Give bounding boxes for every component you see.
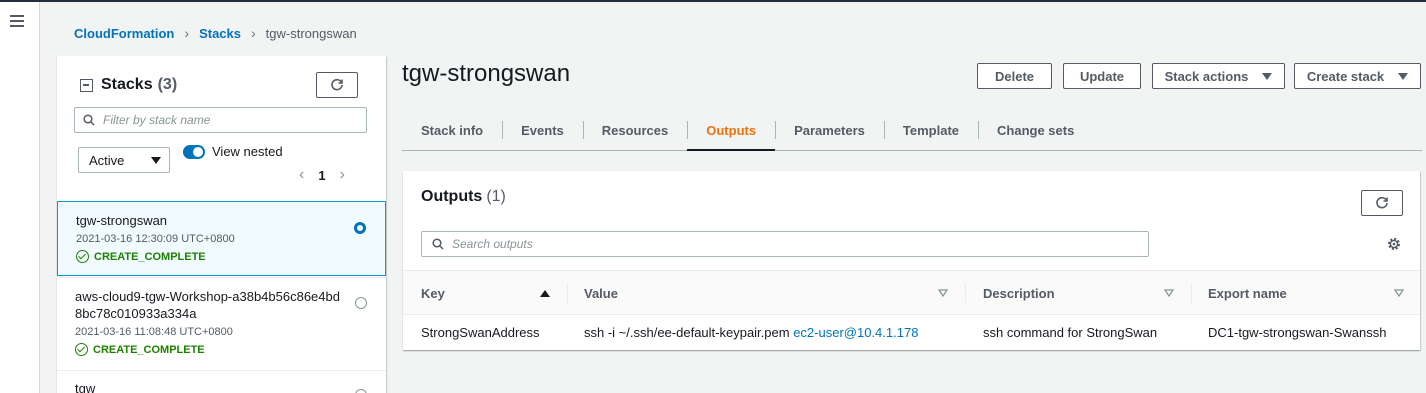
stack-item[interactable]: aws-cloud9-tgw-Workshop-a38b4b56c86e4bd … bbox=[57, 277, 386, 369]
stack-tabs: Stack info Events Resources Outputs Para… bbox=[402, 110, 1422, 151]
status-filter-value: Active bbox=[89, 152, 125, 168]
stack-time: 2021-03-16 11:08:48 UTC+0800 bbox=[75, 326, 233, 338]
update-button-label: Update bbox=[1079, 68, 1125, 84]
outputs-title: Outputs bbox=[421, 188, 483, 205]
pagination: ‹ 1 › bbox=[299, 166, 345, 184]
stack-name[interactable]: aws-cloud9-tgw-Workshop-a38b4b56c86e4bd bbox=[75, 288, 340, 305]
stack-status-text: CREATE_COMPLETE bbox=[93, 343, 205, 356]
output-value-link[interactable]: ec2-user@10.4.1.178 bbox=[793, 325, 918, 340]
search-outputs-input[interactable]: Search outputs bbox=[421, 231, 1149, 257]
stack-item[interactable]: tgw-strongswan 2021-03-16 12:30:09 UTC+0… bbox=[57, 201, 386, 276]
side-navigation-rail bbox=[0, 2, 40, 393]
tab-change-sets[interactable]: Change sets bbox=[978, 110, 1093, 150]
success-icon bbox=[75, 343, 88, 356]
sort-icon[interactable] bbox=[1164, 289, 1174, 297]
tab-stack-info[interactable]: Stack info bbox=[402, 110, 502, 150]
tab-outputs[interactable]: Outputs bbox=[687, 110, 775, 151]
column-divider bbox=[1191, 283, 1192, 303]
sort-icon[interactable] bbox=[1394, 289, 1404, 297]
outputs-table-header: Key Value Description Export name bbox=[403, 270, 1420, 315]
collapse-icon[interactable] bbox=[80, 78, 93, 92]
top-border bbox=[0, 0, 1426, 2]
outputs-refresh-button[interactable] bbox=[1361, 190, 1403, 216]
caret-down-icon bbox=[151, 156, 161, 164]
update-button[interactable]: Update bbox=[1063, 63, 1141, 89]
breadcrumb-cloudformation[interactable]: CloudFormation bbox=[74, 26, 174, 41]
stacks-panel: Stacks (3) Filter by stack name Active V… bbox=[57, 56, 386, 393]
column-divider bbox=[965, 283, 966, 303]
stack-radio[interactable] bbox=[355, 297, 367, 309]
delete-button-label: Delete bbox=[994, 68, 1035, 84]
stack-status-text: CREATE_COMPLETE bbox=[94, 250, 206, 263]
stack-radio[interactable] bbox=[354, 222, 366, 234]
stack-actions-label: Stack actions bbox=[1164, 68, 1249, 84]
column-header-key[interactable]: Key bbox=[421, 271, 445, 315]
chevron-right-icon: › bbox=[250, 25, 256, 41]
column-header-value[interactable]: Value bbox=[584, 271, 618, 315]
column-divider bbox=[567, 283, 568, 303]
tab-resources[interactable]: Resources bbox=[582, 110, 687, 150]
outputs-count: (1) bbox=[486, 188, 506, 205]
tab-events[interactable]: Events bbox=[502, 110, 583, 150]
tab-parameters[interactable]: Parameters bbox=[775, 110, 884, 150]
refresh-icon bbox=[1376, 196, 1388, 209]
stack-name[interactable]: tgw-strongswan bbox=[76, 212, 167, 229]
menu-icon[interactable] bbox=[10, 15, 24, 27]
output-value: ssh -i ~/.ssh/ee-default-keypair.pem ec2… bbox=[584, 325, 918, 340]
stack-radio[interactable] bbox=[355, 389, 367, 393]
output-description: ssh command for StrongSwan bbox=[983, 325, 1158, 340]
output-value-text: ssh -i ~/.ssh/ee-default-keypair.pem bbox=[584, 325, 790, 340]
gear-icon[interactable] bbox=[1386, 236, 1402, 252]
column-header-export-name[interactable]: Export name bbox=[1208, 271, 1287, 315]
column-header-description[interactable]: Description bbox=[983, 271, 1055, 315]
breadcrumb-stacks[interactable]: Stacks bbox=[199, 26, 241, 41]
tab-template[interactable]: Template bbox=[883, 110, 978, 150]
chevron-right-icon[interactable]: › bbox=[340, 166, 345, 184]
view-nested-toggle[interactable] bbox=[183, 145, 205, 159]
success-icon bbox=[76, 250, 89, 263]
stacks-panel-title: Stacks bbox=[101, 76, 153, 93]
delete-button[interactable]: Delete bbox=[977, 63, 1052, 89]
create-stack-label: Create stack bbox=[1306, 68, 1385, 84]
create-stack-button[interactable]: Create stack bbox=[1294, 63, 1421, 89]
breadcrumb: CloudFormation › Stacks › tgw-strongswan bbox=[74, 25, 357, 41]
filter-placeholder: Filter by stack name bbox=[103, 113, 211, 127]
filter-stacks-input[interactable]: Filter by stack name bbox=[74, 107, 367, 133]
breadcrumb-current: tgw-strongswan bbox=[265, 25, 357, 41]
refresh-icon bbox=[331, 78, 343, 91]
chevron-left-icon[interactable]: ‹ bbox=[299, 166, 304, 184]
search-outputs-placeholder: Search outputs bbox=[452, 237, 533, 251]
caret-down-icon bbox=[1398, 72, 1409, 80]
caret-down-icon bbox=[1262, 72, 1273, 80]
stack-item[interactable]: tgw bbox=[57, 370, 386, 393]
sort-ascending-icon[interactable] bbox=[540, 289, 550, 297]
stacks-panel-header: Stacks (3) bbox=[80, 76, 177, 94]
outputs-header: Outputs (1) bbox=[421, 188, 506, 206]
stacks-refresh-button[interactable] bbox=[316, 72, 358, 98]
output-export-name: DC1-tgw-strongswan-Swanssh bbox=[1208, 325, 1387, 340]
stack-actions-button[interactable]: Stack actions bbox=[1152, 63, 1285, 89]
stacks-count: (3) bbox=[157, 76, 178, 93]
search-icon bbox=[432, 238, 444, 250]
outputs-card: Outputs (1) Search outputs Key Value Desc… bbox=[403, 171, 1420, 350]
search-icon bbox=[83, 114, 95, 126]
stack-name[interactable]: tgw bbox=[75, 380, 95, 393]
stack-status: CREATE_COMPLETE bbox=[75, 343, 205, 356]
chevron-right-icon: › bbox=[184, 25, 190, 41]
current-page[interactable]: 1 bbox=[318, 168, 325, 183]
stack-name-continued[interactable]: 8bc78c010933a334a bbox=[75, 305, 196, 322]
status-filter-select[interactable]: Active bbox=[78, 147, 170, 173]
page-title: tgw-strongswan bbox=[402, 60, 571, 87]
sort-icon[interactable] bbox=[938, 289, 948, 297]
stack-time: 2021-03-16 12:30:09 UTC+0800 bbox=[76, 233, 235, 245]
stack-status: CREATE_COMPLETE bbox=[76, 250, 206, 263]
output-key: StrongSwanAddress bbox=[421, 325, 540, 340]
view-nested-label: View nested bbox=[212, 144, 283, 159]
